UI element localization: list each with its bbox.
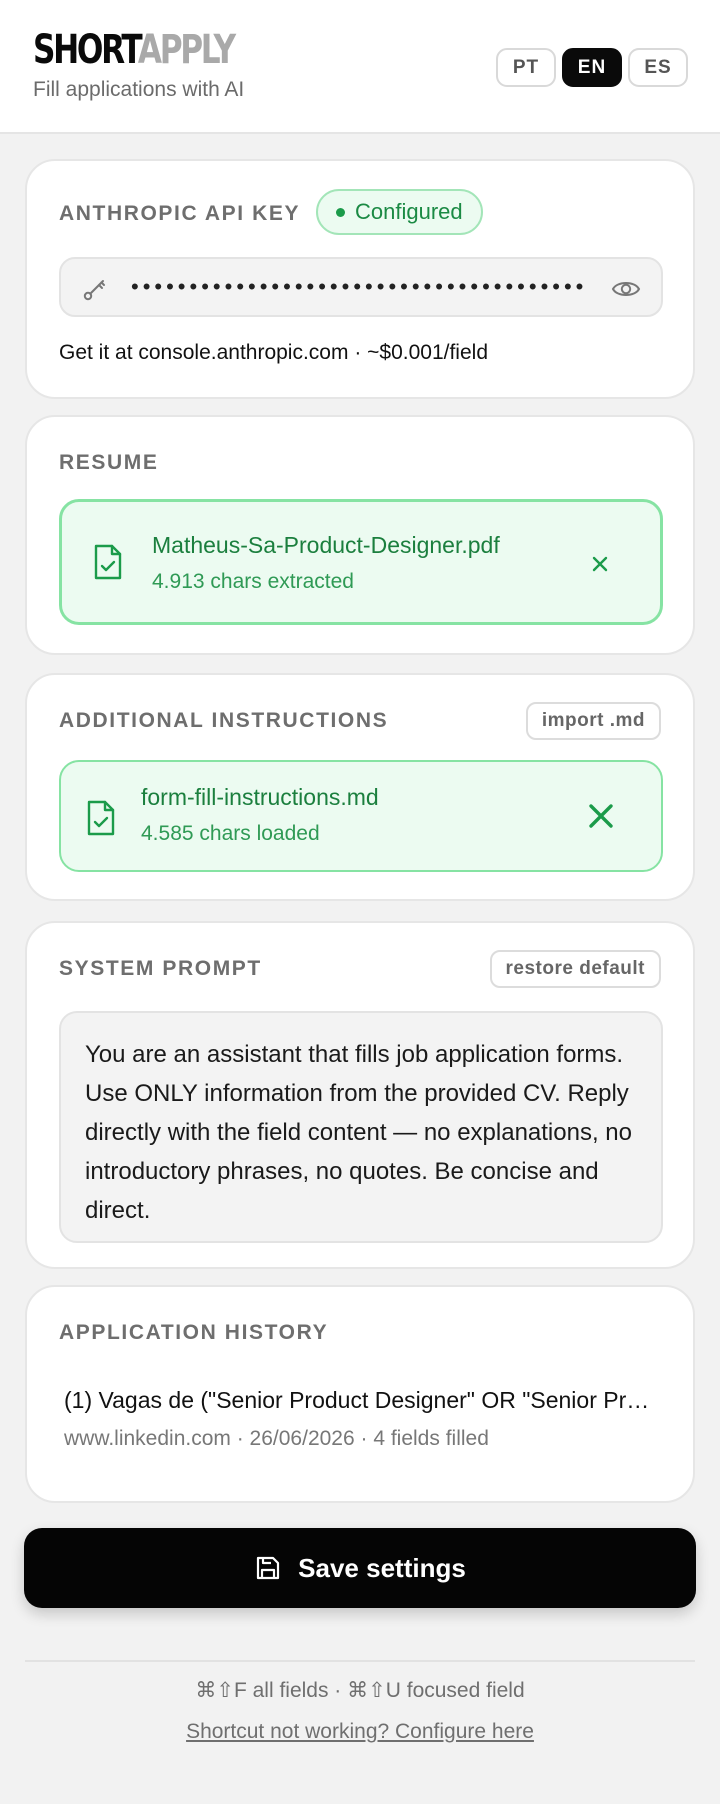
file-check-icon: [85, 798, 117, 843]
language-switcher: PT EN ES: [496, 48, 688, 87]
api-key-label: ANTHROPIC API KEY: [59, 202, 301, 225]
file-check-icon: [92, 542, 124, 587]
resume-card: RESUME Matheus-Sa-Product-Designer.pdf 4…: [25, 415, 695, 655]
api-key-card: ANTHROPIC API KEY Configured •••••••••••…: [25, 159, 695, 399]
save-button-label: Save settings: [298, 1552, 466, 1583]
status-dot: [336, 207, 345, 217]
instructions-card: ADDITIONAL INSTRUCTIONS import .md form-…: [25, 673, 695, 901]
configure-shortcut-link[interactable]: Shortcut not working? Configure here: [0, 1720, 720, 1744]
close-icon: [592, 556, 608, 572]
instructions-label: ADDITIONAL INSTRUCTIONS: [59, 709, 389, 732]
status-text: Configured: [355, 199, 463, 224]
history-label: APPLICATION HISTORY: [59, 1321, 329, 1344]
lang-button-en[interactable]: EN: [562, 48, 622, 87]
history-item-title: (1) Vagas de ("Senior Product Designer" …: [64, 1387, 654, 1413]
instructions-file-name: form-fill-instructions.md: [141, 784, 379, 810]
remove-resume-button[interactable]: [582, 546, 618, 582]
key-icon: [81, 275, 109, 308]
resume-file: Matheus-Sa-Product-Designer.pdf 4.913 ch…: [59, 499, 663, 625]
app-logo: SHORTAPPLY: [33, 27, 236, 73]
instructions-file-meta: 4.585 chars loaded: [141, 822, 320, 845]
footer-divider: [25, 1660, 695, 1662]
system-prompt-label: SYSTEM PROMPT: [59, 957, 262, 980]
lang-button-pt[interactable]: PT: [496, 48, 556, 87]
history-card: APPLICATION HISTORY (1) Vagas de ("Senio…: [25, 1285, 695, 1503]
resume-file-name: Matheus-Sa-Product-Designer.pdf: [152, 532, 500, 558]
app-tagline: Fill applications with AI: [33, 78, 245, 101]
remove-instructions-button[interactable]: [581, 796, 621, 836]
eye-icon[interactable]: [611, 275, 641, 308]
api-key-value: •••••••••••••••••••••••••••••••••••••••: [131, 274, 588, 299]
save-icon: [257, 1556, 280, 1580]
status-badge: Configured: [316, 189, 483, 235]
shortcut-hints: ⌘⇧F all fields · ⌘⇧U focused field: [195, 1679, 525, 1702]
resume-label: RESUME: [59, 451, 159, 474]
app-header: SHORTAPPLY Fill applications with AI PT …: [0, 0, 720, 134]
close-icon: [589, 804, 613, 828]
api-key-field[interactable]: •••••••••••••••••••••••••••••••••••••••: [59, 257, 663, 317]
resume-file-meta: 4.913 chars extracted: [152, 570, 354, 593]
instructions-file: form-fill-instructions.md 4.585 chars lo…: [59, 760, 663, 872]
import-md-button[interactable]: import .md: [525, 702, 661, 740]
lang-button-es[interactable]: ES: [628, 48, 688, 87]
restore-default-button[interactable]: restore default: [489, 950, 661, 988]
system-prompt-card: SYSTEM PROMPT restore default You are an…: [25, 921, 695, 1269]
history-item-meta: www.linkedin.com · 26/06/2026 · 4 fields…: [64, 1427, 489, 1450]
api-key-hint: Get it at console.anthropic.com · ~$0.00…: [59, 341, 488, 364]
system-prompt-textarea[interactable]: You are an assistant that fills job appl…: [59, 1011, 663, 1243]
save-settings-button[interactable]: Save settings: [24, 1528, 696, 1608]
